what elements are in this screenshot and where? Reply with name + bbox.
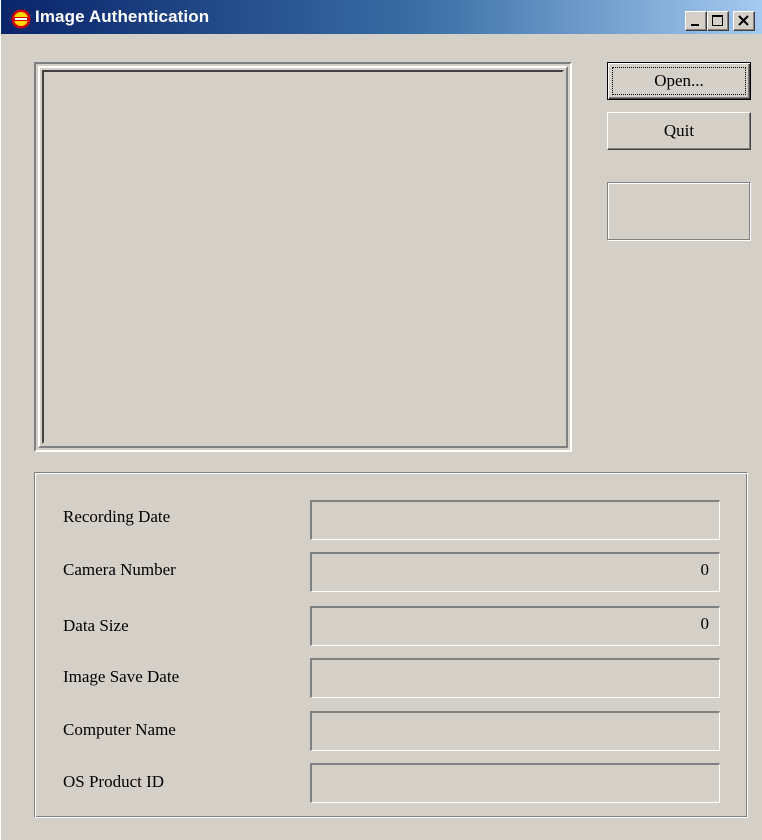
recording-date-label: Recording Date: [63, 507, 171, 526]
main-window: Image Authentication Open... Quit Record…: [0, 0, 762, 840]
open-button[interactable]: Open...: [607, 62, 751, 100]
window-title: Image Authentication: [35, 7, 210, 26]
status-panel: [607, 182, 751, 241]
data-size-field: 0: [310, 606, 720, 646]
maximize-icon: [712, 15, 723, 26]
maximize-button[interactable]: [707, 11, 729, 31]
image-save-date-field: [310, 658, 720, 698]
minimize-icon: [691, 24, 699, 26]
camera-number-label: Camera Number: [63, 560, 176, 579]
quit-button[interactable]: Quit: [607, 112, 751, 150]
image-save-date-label: Image Save Date: [63, 667, 180, 686]
minimize-button[interactable]: [685, 11, 707, 31]
app-badge-icon: [11, 9, 31, 29]
title-bar[interactable]: Image Authentication: [1, 0, 762, 34]
close-button[interactable]: [733, 11, 755, 31]
close-icon: [738, 15, 749, 26]
data-size-label: Data Size: [63, 616, 129, 635]
computer-name-label: Computer Name: [63, 720, 176, 739]
image-preview-area: [42, 70, 564, 444]
computer-name-field: [310, 711, 720, 751]
camera-number-field: 0: [310, 552, 720, 592]
image-preview-frame: [34, 62, 572, 452]
recording-date-field: [310, 500, 720, 540]
os-product-id-field: [310, 763, 720, 803]
os-product-id-label: OS Product ID: [63, 772, 165, 791]
